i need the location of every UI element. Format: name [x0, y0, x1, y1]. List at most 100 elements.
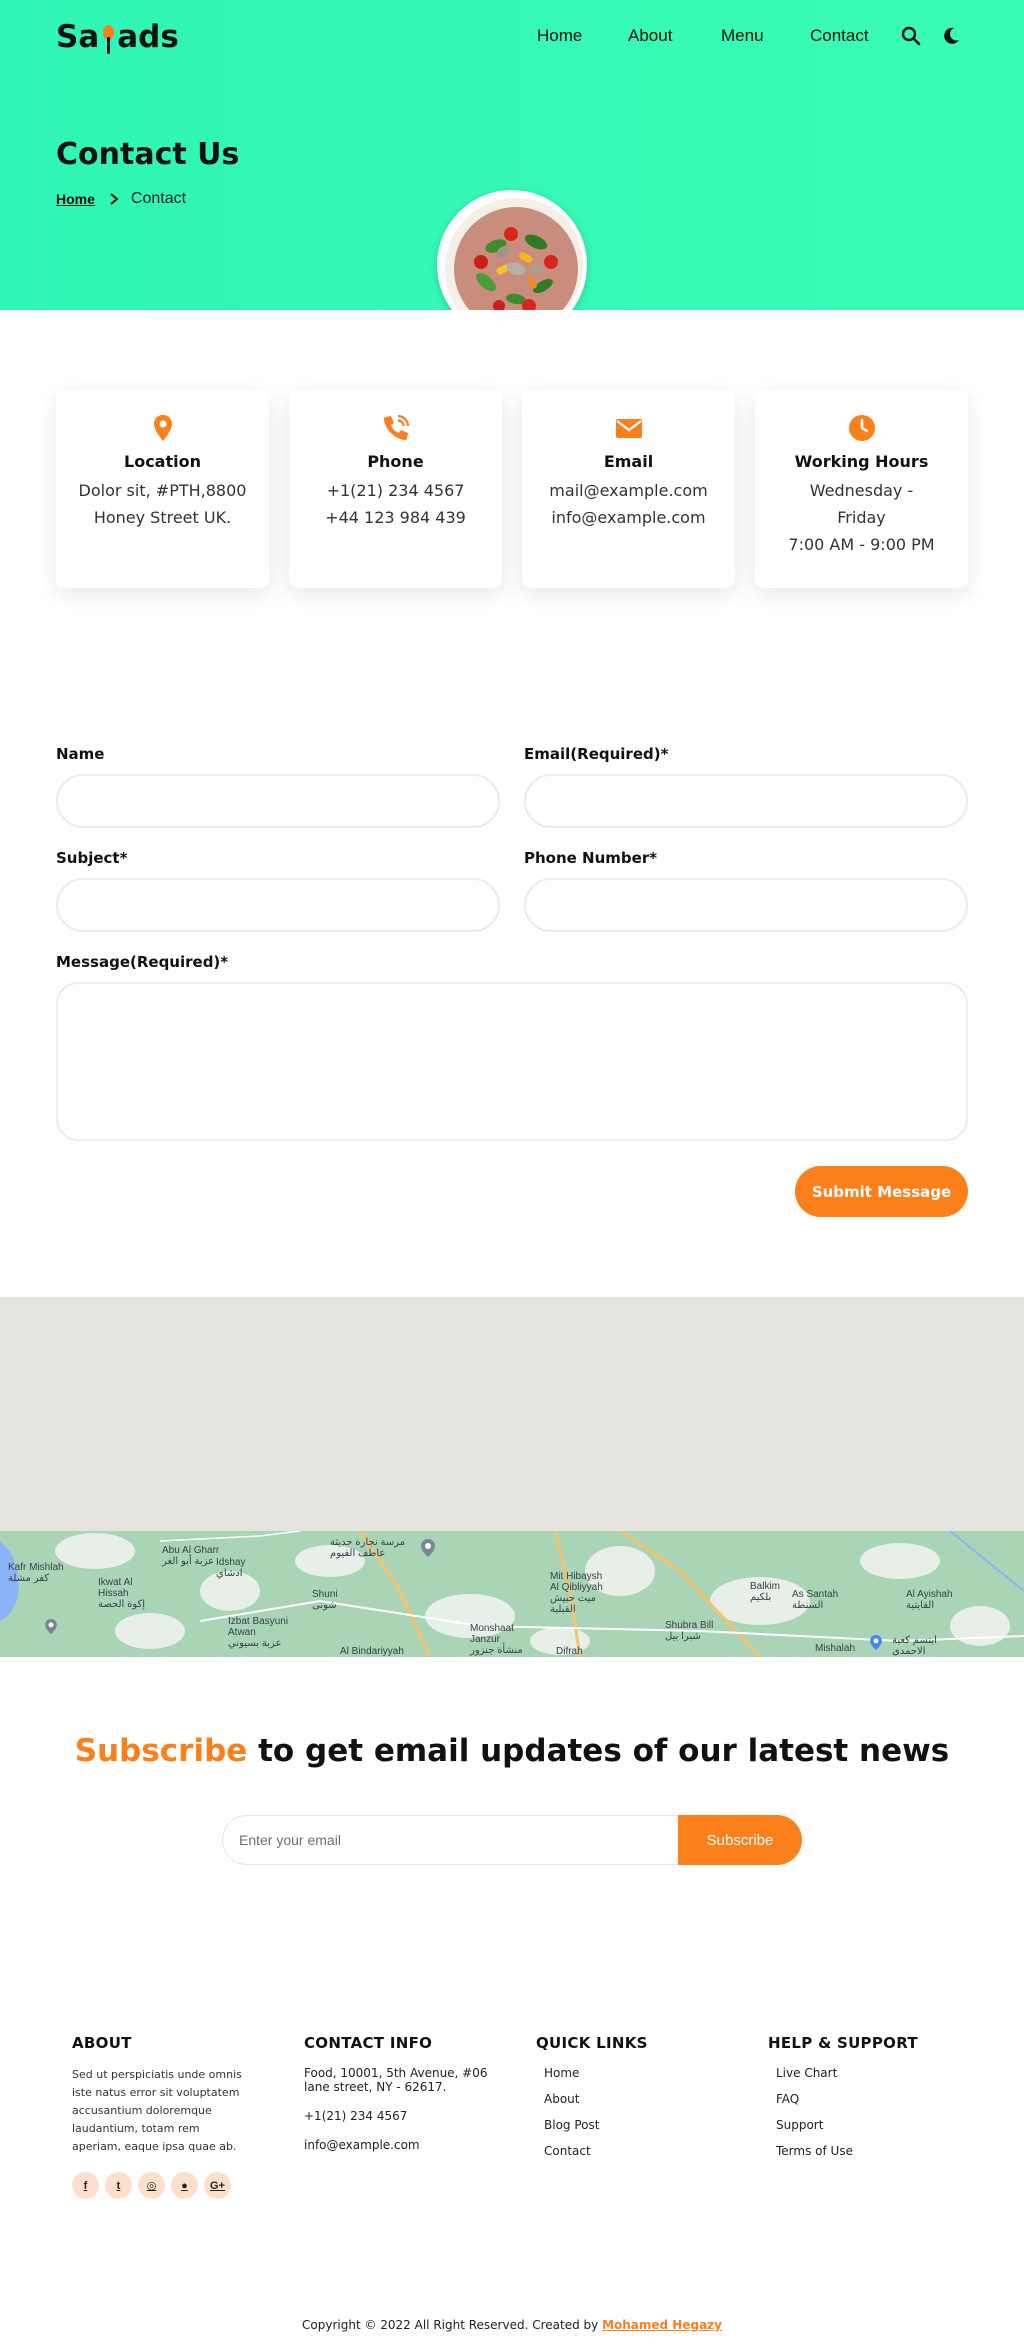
map-place-label: Abu Al Gharr عزبة أبو الغر	[162, 1545, 220, 1567]
map-place-label: ابتسم كعبة الاحمدى	[892, 1635, 937, 1657]
info-card-location: Location Dolor sit, #PTH,8800 Honey Stre…	[56, 390, 269, 588]
copyright-author-link[interactable]: Mohamed Hegazy	[602, 2318, 722, 2332]
chevron-right-icon	[110, 193, 119, 205]
map-place-label: Mit Hibaysh Al Qibliyyah ميت حبيش القبلي…	[550, 1571, 603, 1615]
hero-section: Sa ads Home About Menu Contact Contact U…	[0, 0, 1024, 310]
copyright-notice: Copyright © 2022 All Right Reserved. Cre…	[0, 2318, 1024, 2332]
footer-contact-column: CONTACT INFO Food, 10001, 5th Avenue, #0…	[304, 2034, 504, 2167]
footer-link-terms-of-use[interactable]: Terms of Use	[776, 2144, 968, 2158]
info-card-phone: Phone +1(21) 234 4567 +44 123 984 439	[289, 390, 502, 588]
phone-input[interactable]	[524, 878, 968, 932]
footer-about-column: ABOUT Sed ut perspiciatis unde omnis ist…	[72, 2034, 272, 2199]
map-marker-icon[interactable]	[870, 1635, 882, 1655]
footer-contact-phone: +1(21) 234 4567	[304, 2109, 408, 2123]
footer-link-live-chart[interactable]: Live Chart	[776, 2066, 968, 2080]
map-place-label: Izbat Basyuni Atwan عزبة بسيوني	[228, 1616, 289, 1649]
breadcrumb-home-link[interactable]: Home	[56, 191, 95, 207]
email-label: Email(Required)*	[524, 745, 669, 763]
info-card-line: 7:00 AM - 9:00 PM	[788, 535, 935, 554]
footer-quick-links-title: QUICK LINKS	[536, 2034, 648, 2052]
map-marker-icon[interactable]	[421, 1539, 435, 1562]
subscribe-heading-accent: Subscribe	[74, 1733, 248, 1769]
message-textarea[interactable]	[56, 982, 968, 1141]
social-links: f t ◎ ● G+	[72, 2172, 272, 2199]
github-icon[interactable]: ●	[171, 2172, 198, 2199]
page-title: Contact Us	[56, 137, 240, 172]
subject-label: Subject*	[56, 849, 128, 867]
nav-item-menu[interactable]: Menu	[721, 26, 764, 46]
info-card-line: mail@example.com	[549, 481, 708, 500]
footer-link-about[interactable]: About	[544, 2092, 736, 2106]
footer-quick-links-column: QUICK LINKS Home About Blog Post Contact	[536, 2034, 736, 2170]
email-input[interactable]	[524, 774, 968, 828]
facebook-icon[interactable]: f	[72, 2172, 99, 2199]
footer-about-text: Sed ut perspiciatis unde omnis iste natu…	[72, 2068, 242, 2153]
info-card-line: Friday	[837, 508, 886, 527]
footer-help-title: HELP & SUPPORT	[768, 2034, 918, 2052]
info-card-title: Location	[124, 452, 201, 471]
map-place-label: Shubra Bill شبرا بيل	[665, 1620, 714, 1642]
info-card-title: Email	[603, 452, 654, 471]
clock-icon	[848, 415, 875, 441]
dark-mode-moon-icon[interactable]	[940, 25, 962, 47]
map-place-label: As Santah السنطة	[792, 1589, 839, 1611]
instagram-icon[interactable]: ◎	[138, 2172, 165, 2199]
footer-link-contact[interactable]: Contact	[544, 2144, 736, 2158]
map-place-label: Kafr Mishlah كفر مشلة	[8, 1562, 64, 1584]
footer-contact-email: info@example.com	[304, 2138, 420, 2152]
nav-item-home[interactable]: Home	[537, 26, 582, 46]
copyright-text: Copyright © 2022 All Right Reserved. Cre…	[302, 2318, 603, 2332]
subscribe-button[interactable]: Subscribe	[678, 1815, 802, 1865]
footer-help-column: HELP & SUPPORT Live Chart FAQ Support Te…	[768, 2034, 968, 2170]
map-terrain: Kafr Mishlah كفر مشلة Abu Al Gharr عزبة …	[0, 1531, 1024, 1657]
map-place-label: Al Bindariyyah	[340, 1646, 404, 1657]
subscribe-form: Subscribe	[222, 1815, 802, 1865]
nav-item-contact[interactable]: Contact	[810, 26, 869, 46]
twitter-icon[interactable]: t	[105, 2172, 132, 2199]
phone-label: Phone Number*	[524, 849, 658, 867]
footer-contact-address: Food, 10001, 5th Avenue, #06 lane street…	[304, 2066, 488, 2094]
contact-info-cards: Location Dolor sit, #PTH,8800 Honey Stre…	[56, 390, 968, 588]
breadcrumb-current: Contact	[130, 190, 187, 207]
info-card-line: Wednesday -	[809, 481, 914, 500]
info-card-line: Dolor sit, #PTH,8800	[78, 481, 247, 500]
info-card-line: info@example.com	[551, 508, 706, 527]
map-pin-icon	[153, 415, 172, 441]
footer-link-faq[interactable]: FAQ	[776, 2092, 968, 2106]
footer-contact-title: CONTACT INFO	[304, 2034, 433, 2052]
map-marker-icon[interactable]	[45, 1619, 57, 1639]
subscribe-heading: Subscribe to get email updates of our la…	[0, 1733, 1024, 1769]
envelope-icon	[615, 419, 642, 438]
map-place-label: Monshaat Janzur منشأة جنزور	[470, 1623, 523, 1656]
phone-icon	[383, 414, 409, 441]
map-place-label: Shuni شونى	[312, 1589, 338, 1611]
name-input[interactable]	[56, 774, 500, 828]
info-card-line: +44 123 984 439	[325, 508, 466, 527]
map-place-label: Mishalah	[815, 1643, 856, 1654]
footer-about-title: ABOUT	[72, 2034, 132, 2052]
info-card-email: Email mail@example.com info@example.com	[522, 390, 735, 588]
info-card-title: Phone	[367, 452, 424, 471]
info-card-working-hours: Working Hours Wednesday - Friday 7:00 AM…	[755, 390, 968, 588]
info-card-line: Honey Street UK.	[93, 508, 232, 527]
name-label: Name	[56, 745, 105, 763]
subscribe-email-input[interactable]	[222, 1815, 692, 1865]
footer-link-support[interactable]: Support	[776, 2118, 968, 2132]
footer-link-blog-post[interactable]: Blog Post	[544, 2118, 736, 2132]
salad-dish-image	[437, 190, 587, 310]
breadcrumb: Home Contact	[56, 190, 186, 208]
submit-message-button[interactable]: Submit Message	[795, 1166, 968, 1217]
subscribe-heading-rest: to get email updates of our latest news	[247, 1733, 950, 1769]
map-place-label: Al Ayishah القايتية	[906, 1589, 953, 1611]
search-icon[interactable]	[900, 25, 922, 47]
info-card-title: Working Hours	[794, 452, 929, 471]
map-place-label: Balkim بلكيم	[750, 1581, 781, 1603]
google-plus-icon[interactable]: G+	[204, 2172, 231, 2199]
map-place-label: Idshay ادشاي	[216, 1557, 246, 1579]
location-map[interactable]: Kafr Mishlah كفر مشلة Abu Al Gharr عزبة …	[0, 1297, 1024, 1657]
subject-input[interactable]	[56, 878, 500, 932]
map-place-label: مرسة نجارة حديثة عاطف الفيوم	[330, 1537, 406, 1559]
info-card-line: +1(21) 234 4567	[326, 481, 465, 500]
footer-link-home[interactable]: Home	[544, 2066, 736, 2080]
nav-item-about[interactable]: About	[628, 26, 672, 46]
